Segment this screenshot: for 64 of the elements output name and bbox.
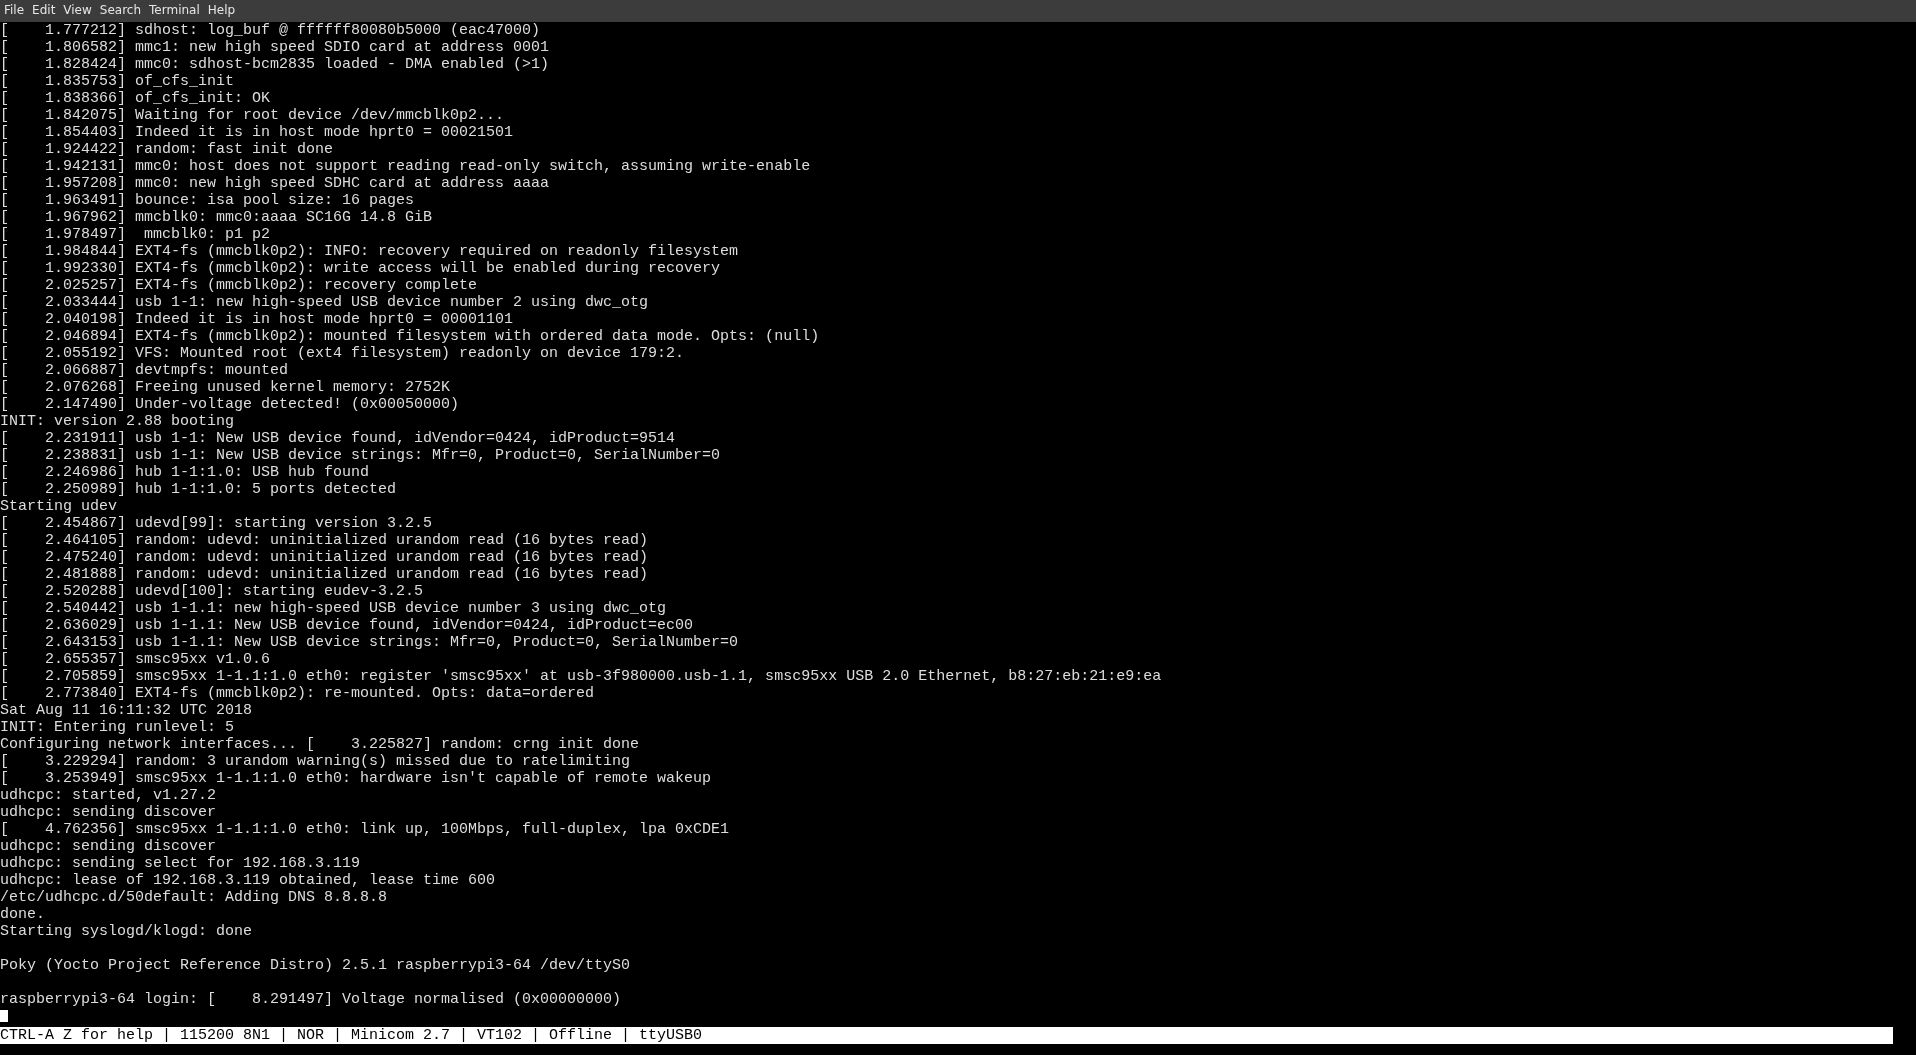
- terminal-line: [ 1.957208] mmc0: new high speed SDHC card at address aaaa: [0, 175, 550, 192]
- terminal-line: [ 1.828424] mmc0: sdhost-bcm2835 loaded - DMA enabled (>1): [0, 56, 550, 73]
- menu-item[interactable]: Help: [203, 0, 240, 22]
- terminal-line: [ 1.835753] of_cfs_init: [0, 73, 235, 90]
- terminal-line: [ 2.705859] smsc95xx 1-1.1:1.0 eth0: register 'smsc95xx' at usb-3f980000.usb-1.1, smsc95xx USB 2.0 Ethernet, b8:27:eb:21:e9:ea: [0, 668, 1162, 685]
- terminal-line: raspberrypi3-64 login: [ 8.291497] Voltage normalised (0x00000000): [0, 991, 622, 1008]
- terminal-line: [ 2.046894] EXT4-fs (mmcblk0p2): mounted filesystem with ordered data mode. Opts: (null): [0, 328, 820, 345]
- terminal-line: [ 1.978497] mmcblk0: p1 p2: [0, 226, 271, 243]
- terminal-line: [ 1.942131] mmc0: host does not support reading read-only switch, assuming write-enable: [0, 158, 811, 175]
- terminal-line: [ 2.540442] usb 1-1.1: new high-speed USB device number 3 using dwc_otg: [0, 600, 667, 617]
- terminal-line: [ 2.475240] random: udevd: uninitialized urandom read (16 bytes read): [0, 549, 649, 566]
- status-bar: CTRL-A Z for help | 115200 8N1 | NOR | Minicom 2.7 | VT102 | Offline | ttyUSB0: [0, 1027, 1893, 1044]
- terminal-line: [ 2.238831] usb 1-1: New USB device strings: Mfr=0, Product=0, SerialNumber=0: [0, 447, 721, 464]
- terminal-line: [ 1.854403] Indeed it is in host mode hprt0 = 00021501: [0, 124, 514, 141]
- terminal-line: [ 2.773840] EXT4-fs (mmcblk0p2): re-mounted. Opts: data=ordered: [0, 685, 595, 702]
- terminal-line: Starting udev: [0, 498, 118, 515]
- terminal-line: [ 1.992330] EXT4-fs (mmcblk0p2): write access will be enabled during recovery: [0, 260, 721, 277]
- menu-item[interactable]: View: [59, 0, 96, 22]
- menu-item[interactable]: Edit: [28, 0, 60, 22]
- terminal-line: [ 3.253949] smsc95xx 1-1.1:1.0 eth0: hardware isn't capable of remote wakeup: [0, 770, 712, 787]
- terminal-line: [ 2.520288] udevd[100]: starting eudev-3.2.5: [0, 583, 424, 600]
- terminal-line: [ 2.454867] udevd[99]: starting version 3.2.5: [0, 515, 433, 532]
- terminal-line: done.: [0, 906, 45, 923]
- terminal-line: udhcpc: sending select for 192.168.3.119: [0, 855, 361, 872]
- terminal-line: Configuring network interfaces... [ 3.225827] random: crng init done: [0, 736, 640, 753]
- terminal-line: Starting syslogd/klogd: done: [0, 923, 253, 940]
- terminal-line: [ 2.066887] devtmpfs: mounted: [0, 362, 289, 379]
- terminal-line: INIT: version 2.88 booting: [0, 413, 235, 430]
- terminal-line: [ 2.076268] Freeing unused kernel memory: 2752K: [0, 379, 451, 396]
- terminal-line: [ 2.481888] random: udevd: uninitialized urandom read (16 bytes read): [0, 566, 649, 583]
- terminal-line: [ 2.636029] usb 1-1.1: New USB device found, idVendor=0424, idProduct=ec00: [0, 617, 694, 634]
- terminal-line: [ 1.838366] of_cfs_init: OK: [0, 90, 271, 107]
- terminal-line: /etc/udhcpc.d/50default: Adding DNS 8.8.8.8: [0, 889, 388, 906]
- menu-item[interactable]: Terminal: [145, 0, 204, 22]
- terminal-line: udhcpc: lease of 192.168.3.119 obtained, lease time 600: [0, 872, 496, 889]
- terminal-line: udhcpc: sending discover: [0, 838, 217, 855]
- terminal-line: [ 2.250989] hub 1-1:1.0: 5 ports detected: [0, 481, 397, 498]
- terminal-line: [ 2.055192] VFS: Mounted root (ext4 filesystem) readonly on device 179:2.: [0, 345, 685, 362]
- terminal-line: [ 2.643153] usb 1-1.1: New USB device strings: Mfr=0, Product=0, SerialNumber=0: [0, 634, 739, 651]
- terminal-line: [ 1.967962] mmcblk0: mmc0:aaaa SC16G 14.8 GiB: [0, 209, 433, 226]
- terminal-line: [ 1.984844] EXT4-fs (mmcblk0p2): INFO: recovery required on readonly filesystem: [0, 243, 739, 260]
- terminal-line: udhcpc: started, v1.27.2: [0, 787, 217, 804]
- terminal-line: [ 2.040198] Indeed it is in host mode hprt0 = 00001101: [0, 311, 514, 328]
- terminal-line: [ 2.033444] usb 1-1: new high-speed USB device number 2 using dwc_otg: [0, 294, 649, 311]
- text-cursor: [0, 1010, 8, 1022]
- terminal-line: [ 1.924422] random: fast init done: [0, 141, 334, 158]
- menu-item[interactable]: File: [0, 0, 29, 22]
- terminal-line: [ 2.246986] hub 1-1:1.0: USB hub found: [0, 464, 370, 481]
- terminal-line: [ 2.464105] random: udevd: uninitialized urandom read (16 bytes read): [0, 532, 649, 549]
- terminal-line: [ 2.231911] usb 1-1: New USB device found, idVendor=0424, idProduct=9514: [0, 430, 676, 447]
- terminal-line: Sat Aug 11 16:11:32 UTC 2018: [0, 702, 253, 719]
- terminal-line: [ 1.842075] Waiting for root device /dev/mmcblk0p2...: [0, 107, 505, 124]
- terminal-line: [ 2.655357] smsc95xx v1.0.6: [0, 651, 271, 668]
- terminal-line: [ 3.229294] random: 3 urandom warning(s) missed due to ratelimiting: [0, 753, 631, 770]
- terminal-line: [ 1.806582] mmc1: new high speed SDIO card at address 0001: [0, 39, 550, 56]
- terminal-line: [ 1.963491] bounce: isa pool size: 16 pages: [0, 192, 415, 209]
- terminal-line: [ 4.762356] smsc95xx 1-1.1:1.0 eth0: link up, 100Mbps, full-duplex, lpa 0xCDE1: [0, 821, 730, 838]
- terminal-line: udhcpc: sending discover: [0, 804, 217, 821]
- menu-item[interactable]: Search: [95, 0, 146, 22]
- terminal-line: [ 1.777212] sdhost: log_buf @ ffffff80080b5000 (eac47000): [0, 22, 541, 39]
- terminal-line: INIT: Entering runlevel: 5: [0, 719, 235, 736]
- terminal-line: Poky (Yocto Project Reference Distro) 2.5.1 raspberrypi3-64 /dev/ttyS0: [0, 957, 631, 974]
- terminal-line: [ 2.025257] EXT4-fs (mmcblk0p2): recovery complete: [0, 277, 478, 294]
- terminal-line: [ 2.147490] Under-voltage detected! (0x00050000): [0, 396, 460, 413]
